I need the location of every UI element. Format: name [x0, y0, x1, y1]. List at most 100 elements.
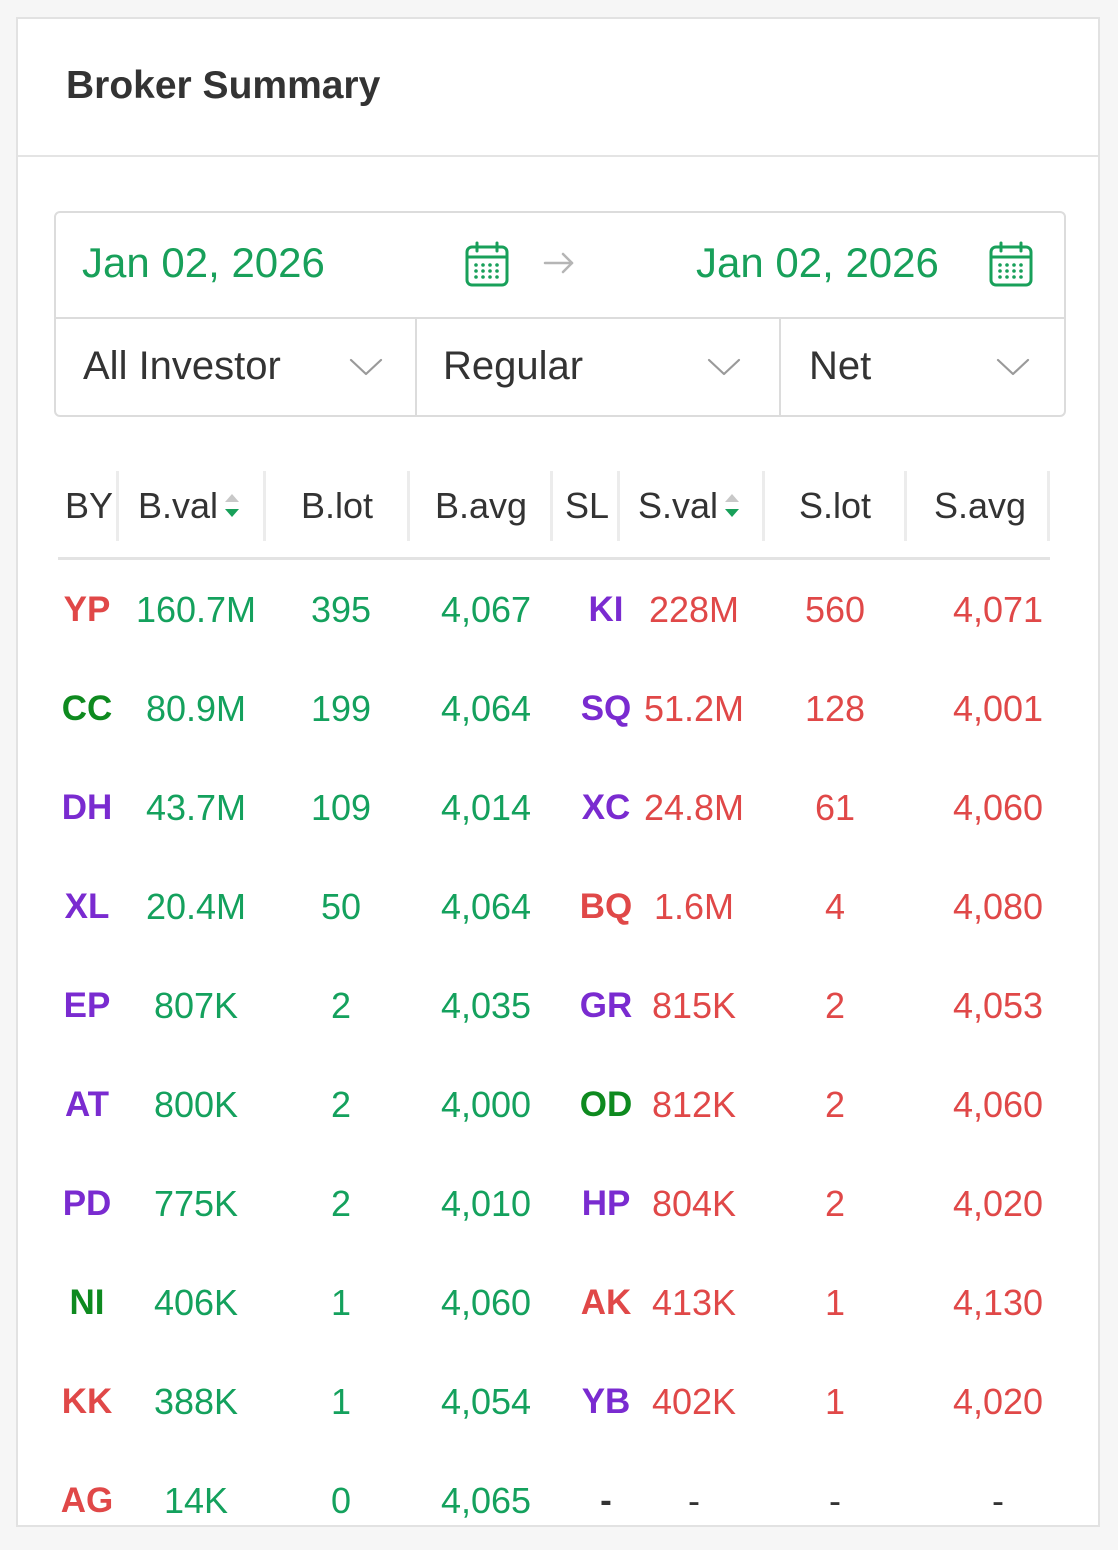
- investor-select[interactable]: All Investor: [56, 317, 415, 415]
- cell-slot: 560: [804, 588, 866, 630]
- cell-bavg: 4,064: [440, 885, 532, 927]
- table-row[interactable]: PD 775K 2 4,010 HP 804K 2 4,020: [58, 1154, 1050, 1253]
- cell-slot: 128: [804, 687, 866, 729]
- type-select[interactable]: Net: [779, 317, 1064, 415]
- cell-savg: 4,020: [952, 1182, 1044, 1224]
- cell-by[interactable]: YP: [58, 560, 116, 659]
- cell-savg: 4,053: [952, 984, 1044, 1026]
- cell-savg: 4,071: [952, 588, 1044, 630]
- cell-savg: -: [992, 1479, 1004, 1521]
- cell-bavg: 4,014: [440, 786, 532, 828]
- date-range-picker[interactable]: Jan 02, 2026 Jan 02, 2026: [56, 213, 1064, 319]
- page-title: Broker Summary: [66, 64, 381, 107]
- header-bval[interactable]: B.val: [138, 485, 242, 527]
- broker-summary-card: Broker Summary Jan 02, 2026 Jan 02, 2026: [16, 17, 1100, 1527]
- cell-sval: 413K: [651, 1281, 737, 1323]
- cell-savg: 4,130: [952, 1281, 1044, 1323]
- calendar-icon[interactable]: [988, 241, 1034, 289]
- column-divider: [617, 471, 620, 541]
- sort-icon[interactable]: [722, 488, 742, 524]
- cell-sval: 815K: [651, 984, 737, 1026]
- cell-sval: 24.8M: [643, 786, 745, 828]
- table-row[interactable]: NI 406K 1 4,060 AK 413K 1 4,130: [58, 1253, 1050, 1352]
- end-date[interactable]: Jan 02, 2026: [696, 239, 939, 287]
- cell-sval: 804K: [651, 1182, 737, 1224]
- chevron-down-icon: [707, 358, 741, 376]
- cell-by[interactable]: CC: [58, 659, 116, 758]
- cell-blot: 2: [330, 1083, 352, 1125]
- column-divider: [550, 471, 553, 541]
- table-row[interactable]: DH 43.7M 109 4,014 XC 24.8M 61 4,060: [58, 758, 1050, 857]
- table-row[interactable]: YP 160.7M 395 4,067 KI 228M 560 4,071: [58, 560, 1050, 659]
- cell-blot: 2: [330, 1182, 352, 1224]
- arrow-right-icon: [543, 252, 574, 274]
- cell-blot: 0: [330, 1479, 352, 1521]
- header-by[interactable]: BY: [65, 485, 113, 527]
- table-row[interactable]: AT 800K 2 4,000 OD 812K 2 4,060: [58, 1055, 1050, 1154]
- header-bval-label: B.val: [138, 485, 219, 526]
- header-slot[interactable]: S.lot: [799, 485, 871, 527]
- cell-sval: 51.2M: [643, 687, 745, 729]
- filter-panel: Jan 02, 2026 Jan 02, 2026 All Investor R…: [54, 211, 1066, 417]
- cell-by[interactable]: AT: [58, 1055, 116, 1154]
- table-header: BY B.val B.lot B.avg SL S.val S.lot S.av…: [58, 467, 1050, 560]
- calendar-icon[interactable]: [464, 241, 510, 289]
- investor-select-value: All Investor: [83, 343, 281, 388]
- cell-by[interactable]: EP: [58, 956, 116, 1055]
- cell-slot: 2: [824, 1083, 846, 1125]
- cell-blot: 1: [330, 1281, 352, 1323]
- cell-by[interactable]: DH: [58, 758, 116, 857]
- cell-blot: 50: [320, 885, 362, 927]
- column-divider: [407, 471, 410, 541]
- cell-blot: 395: [310, 588, 372, 630]
- table-row[interactable]: CC 80.9M 199 4,064 SQ 51.2M 128 4,001: [58, 659, 1050, 758]
- cell-bval: 775K: [153, 1182, 239, 1224]
- header-sval[interactable]: S.val: [638, 485, 742, 527]
- cell-by[interactable]: PD: [58, 1154, 116, 1253]
- column-divider: [116, 471, 119, 541]
- cell-sval: -: [688, 1479, 700, 1521]
- type-select-value: Net: [809, 343, 872, 388]
- cell-blot: 109: [310, 786, 372, 828]
- cell-bavg: 4,054: [440, 1380, 532, 1422]
- cell-slot: 2: [824, 984, 846, 1026]
- cell-savg: 4,001: [952, 687, 1044, 729]
- start-date[interactable]: Jan 02, 2026: [82, 239, 325, 287]
- header-sl[interactable]: SL: [565, 485, 609, 527]
- header-blot[interactable]: B.lot: [301, 485, 373, 527]
- cell-blot: 2: [330, 984, 352, 1026]
- header-savg[interactable]: S.avg: [934, 485, 1026, 527]
- table-row[interactable]: XL 20.4M 50 4,064 BQ 1.6M 4 4,080: [58, 857, 1050, 956]
- cell-bavg: 4,065: [440, 1479, 532, 1521]
- cell-by[interactable]: AG: [58, 1451, 116, 1550]
- cell-by[interactable]: KK: [58, 1352, 116, 1451]
- cell-by[interactable]: XL: [58, 857, 116, 956]
- table-row[interactable]: KK 388K 1 4,054 YB 402K 1 4,020: [58, 1352, 1050, 1451]
- cell-bval: 14K: [163, 1479, 229, 1521]
- table-row[interactable]: AG 14K 0 4,065- - - -: [58, 1451, 1050, 1550]
- header-bavg[interactable]: B.avg: [435, 485, 527, 527]
- cell-sval: 1.6M: [653, 885, 735, 927]
- column-divider: [263, 471, 266, 541]
- cell-savg: 4,060: [952, 786, 1044, 828]
- chevron-down-icon: [349, 358, 383, 376]
- cell-slot: 61: [814, 786, 856, 828]
- cell-slot: 1: [824, 1281, 846, 1323]
- table-row[interactable]: EP 807K 2 4,035 GR 815K 2 4,053: [58, 956, 1050, 1055]
- header-sval-label: S.val: [638, 485, 719, 526]
- column-divider: [1047, 471, 1050, 541]
- cell-bval: 388K: [153, 1380, 239, 1422]
- cell-slot: -: [829, 1479, 841, 1521]
- sort-icon[interactable]: [222, 488, 242, 524]
- market-select[interactable]: Regular: [415, 317, 779, 415]
- cell-savg: 4,060: [952, 1083, 1044, 1125]
- cell-bavg: 4,067: [440, 588, 532, 630]
- cell-by[interactable]: NI: [58, 1253, 116, 1352]
- cell-savg: 4,080: [952, 885, 1044, 927]
- cell-bavg: 4,064: [440, 687, 532, 729]
- cell-blot: 1: [330, 1380, 352, 1422]
- cell-bval: 43.7M: [145, 786, 247, 828]
- cell-sval: 228M: [648, 588, 740, 630]
- cell-bavg: 4,035: [440, 984, 532, 1026]
- column-divider: [904, 471, 907, 541]
